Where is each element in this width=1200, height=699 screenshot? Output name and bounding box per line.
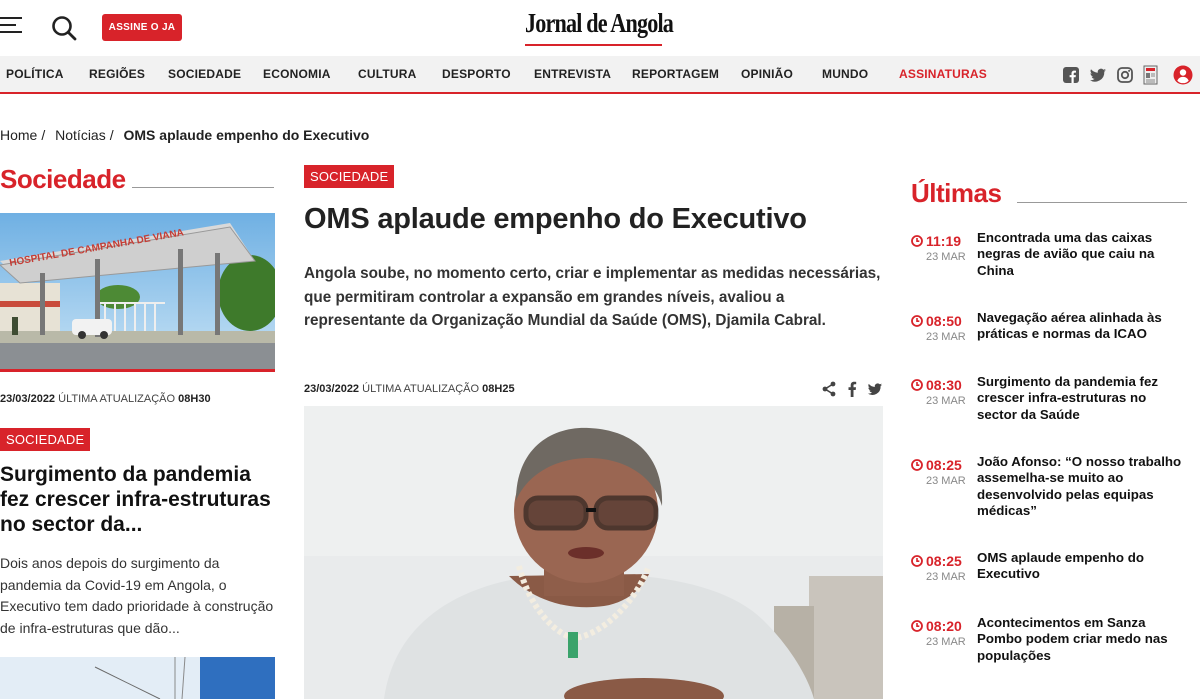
main-nav: POLÍTICA REGIÕES SOCIEDADE ECONOMIA CULT…	[0, 56, 1200, 94]
article-meta-label: ÚLTIMA ATUALIZAÇÃO	[362, 383, 480, 395]
section-divider	[132, 187, 274, 188]
nav-item-reportagem[interactable]: REPORTAGEM	[632, 67, 719, 81]
nav-item-politica[interactable]: POLÍTICA	[6, 67, 64, 81]
latest-title[interactable]: OMS aplaude empenho do Executivo	[977, 550, 1187, 583]
twitter-icon[interactable]	[1089, 66, 1107, 84]
hospital-photo[interactable]: HOSPITAL DE CAMPANHA DE VIANA	[0, 213, 275, 369]
article-title: OMS aplaude empenho do Executivo	[304, 203, 807, 235]
clock-icon	[911, 620, 923, 632]
latest-date: 23 MAR	[926, 571, 966, 583]
breadcrumb-current: OMS aplaude empenho do Executivo	[123, 127, 370, 143]
nav-item-regioes[interactable]: REGIÕES	[89, 67, 145, 81]
newspaper-icon[interactable]	[1143, 65, 1158, 85]
breadcrumb-home[interactable]: Home	[0, 127, 37, 143]
left-meta-label: ÚLTIMA ATUALIZAÇÃO	[58, 393, 176, 405]
article-category-tag[interactable]: SOCIEDADE	[304, 165, 395, 188]
photo-accent-rule	[0, 369, 275, 372]
instagram-icon[interactable]	[1116, 66, 1134, 84]
latest-title[interactable]: Surgimento da pandemia fez crescer infra…	[977, 374, 1187, 423]
breadcrumb: Home / Notícias / OMS aplaude empenho do E…	[0, 127, 370, 143]
latest-title[interactable]: João Afonso: “O nosso trabalho assemelha…	[977, 454, 1187, 519]
latest-date: 23 MAR	[926, 636, 966, 648]
latest-time: 08:20	[911, 618, 962, 634]
search-icon[interactable]	[51, 15, 77, 41]
article-main-photo[interactable]	[304, 406, 883, 699]
nav-item-cultura[interactable]: CULTURA	[358, 67, 417, 81]
nav-item-desporto[interactable]: DESPORTO	[442, 67, 511, 81]
latest-date: 23 MAR	[926, 475, 966, 487]
nav-item-assinaturas[interactable]: ASSINATURAS	[899, 67, 987, 81]
article-meta-date: 23/03/2022	[304, 383, 360, 395]
latest-time: 08:25	[911, 457, 962, 473]
latest-date: 23 MAR	[926, 251, 966, 263]
left-article-meta: 23/03/2022 ÚLTIMA ATUALIZAÇÃO 08H30	[0, 393, 211, 405]
nav-item-sociedade[interactable]: SOCIEDADE	[168, 67, 241, 81]
share-icon[interactable]	[822, 381, 836, 397]
section-title-sociedade[interactable]: Sociedade	[0, 164, 126, 195]
latest-time: 08:50	[911, 313, 962, 329]
section-divider	[1017, 202, 1187, 203]
logo-underline	[525, 44, 662, 46]
latest-date: 23 MAR	[926, 395, 966, 407]
menu-icon[interactable]	[0, 17, 22, 33]
latest-title[interactable]: Navegação aérea alinhada às práticas e n…	[977, 310, 1187, 343]
nav-item-entrevista[interactable]: ENTREVISTA	[534, 67, 611, 81]
clock-icon	[911, 555, 923, 567]
latest-time: 11:19	[911, 233, 961, 249]
site-logo[interactable]: Jornal de Angola	[525, 8, 674, 48]
latest-title[interactable]: Encontrada uma das caixas negras de aviã…	[977, 230, 1187, 279]
breadcrumb-section[interactable]: Notícias	[55, 127, 106, 143]
article-meta: 23/03/2022 ÚLTIMA ATUALIZAÇÃO 08H25	[304, 383, 515, 395]
top-header: ASSINE O JA Jornal de Angola	[0, 0, 1200, 56]
left-meta-date: 23/03/2022	[0, 393, 56, 405]
nav-item-mundo[interactable]: MUNDO	[822, 67, 868, 81]
facebook-share-icon[interactable]	[847, 381, 857, 397]
article-meta-time: 08H25	[482, 383, 515, 395]
latest-time: 08:30	[911, 377, 962, 393]
clock-icon	[911, 315, 923, 327]
latest-date: 23 MAR	[926, 331, 966, 343]
facebook-icon[interactable]	[1062, 66, 1080, 84]
second-article-photo[interactable]	[0, 657, 275, 699]
user-icon[interactable]	[1173, 65, 1193, 85]
left-article-summary: Dois anos depois do surgimento da pandem…	[0, 555, 274, 636]
article-lead: Angola soube, no momento certo, criar e …	[304, 265, 881, 329]
clock-icon	[911, 459, 923, 471]
clock-icon	[911, 235, 923, 247]
clock-icon	[911, 379, 923, 391]
left-meta-time: 08H30	[178, 393, 211, 405]
nav-item-opiniao[interactable]: OPINIÃO	[741, 67, 793, 81]
left-category-tag[interactable]: SOCIEDADE	[0, 428, 91, 451]
left-article-headline[interactable]: Surgimento da pandemia fez crescer infra…	[0, 462, 275, 537]
twitter-share-icon[interactable]	[867, 381, 883, 397]
latest-time: 08:25	[911, 553, 962, 569]
section-title-ultimas[interactable]: Últimas	[911, 178, 1002, 209]
subscribe-button[interactable]: ASSINE O JA	[102, 14, 182, 41]
nav-item-economia[interactable]: ECONOMIA	[263, 67, 331, 81]
latest-title[interactable]: Acontecimentos em Sanza Pombo podem cria…	[977, 615, 1187, 664]
